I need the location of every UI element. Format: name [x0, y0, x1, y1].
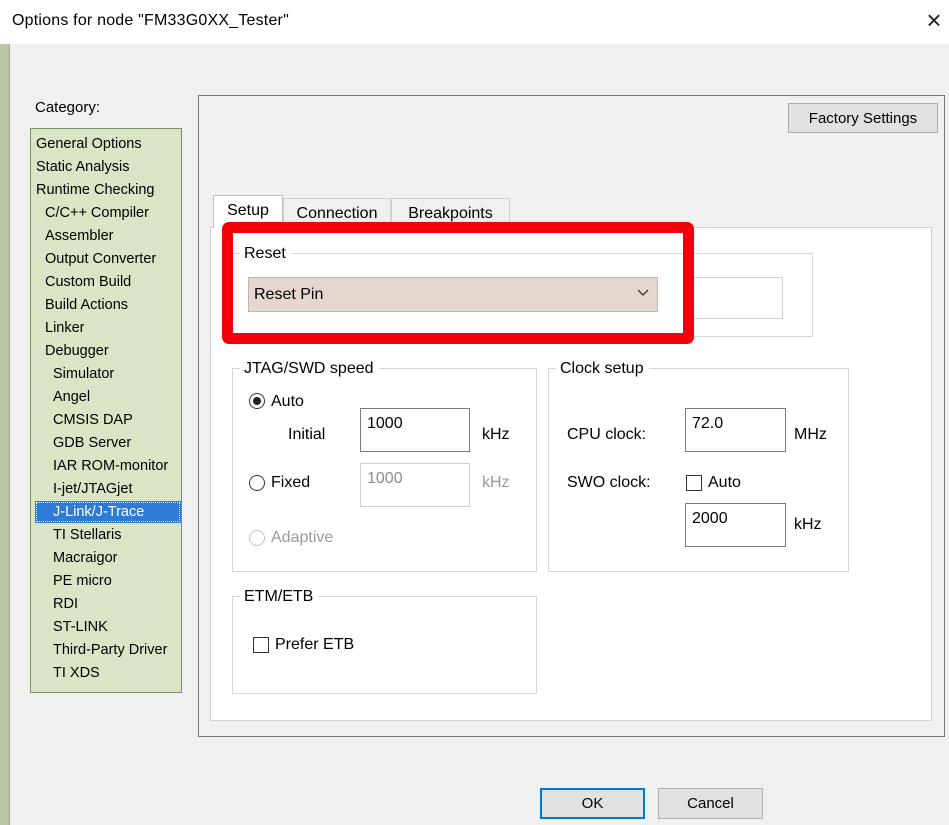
left-edge: [0, 44, 10, 825]
cancel-button[interactable]: Cancel: [658, 788, 763, 819]
swo-clock-input[interactable]: 2000: [685, 503, 786, 547]
hidden-field: [690, 277, 783, 319]
swo-clock-unit: kHz: [794, 516, 822, 533]
fixed-radio-label: Fixed: [271, 474, 311, 491]
etm-etb-label: ETM/ETB: [240, 587, 319, 607]
category-item[interactable]: Build Actions: [45, 294, 128, 316]
category-item[interactable]: Debugger: [45, 340, 109, 362]
category-item[interactable]: Third-Party Driver: [53, 639, 167, 661]
category-item[interactable]: Linker: [45, 317, 85, 339]
auto-radio[interactable]: [249, 393, 265, 409]
category-item[interactable]: Runtime Checking: [36, 179, 154, 201]
initial-label: Initial: [288, 426, 326, 443]
category-item[interactable]: Simulator: [53, 363, 114, 385]
cpu-clock-label: CPU clock:: [567, 426, 647, 443]
category-item[interactable]: RDI: [53, 593, 78, 615]
fixed-radio[interactable]: [249, 475, 265, 491]
category-item[interactable]: Macraigor: [53, 547, 117, 569]
category-item[interactable]: General Options: [36, 133, 142, 155]
category-item[interactable]: C/C++ Compiler: [45, 202, 149, 224]
adaptive-radio[interactable]: [249, 530, 265, 546]
category-item[interactable]: I-jet/JTAGjet: [53, 478, 133, 500]
window-title: Options for node "FM33G0XX_Tester": [12, 12, 289, 29]
fixed-unit: kHz: [482, 474, 510, 491]
ok-button[interactable]: OK: [540, 788, 645, 819]
cpu-clock-input[interactable]: 72.0: [685, 408, 786, 452]
prefer-etb-label: Prefer ETB: [275, 636, 355, 653]
swo-auto-checkbox[interactable]: [686, 475, 702, 491]
swo-auto-label: Auto: [708, 474, 741, 491]
category-item[interactable]: PE micro: [53, 570, 112, 592]
swo-clock-label: SWO clock:: [567, 474, 651, 491]
category-list[interactable]: General Options Static Analysis Runtime …: [30, 128, 182, 693]
category-item[interactable]: CMSIS DAP: [53, 409, 133, 431]
clock-setup-label: Clock setup: [556, 359, 649, 379]
category-item[interactable]: ST-LINK: [53, 616, 108, 638]
jtag-speed-label: JTAG/SWD speed: [240, 359, 379, 379]
category-item[interactable]: Output Converter: [45, 248, 156, 270]
category-item[interactable]: Assembler: [45, 225, 114, 247]
category-label: Category:: [35, 99, 101, 116]
adaptive-radio-label: Adaptive: [271, 529, 334, 546]
red-highlight-box: [222, 222, 694, 344]
cpu-clock-unit: MHz: [794, 426, 827, 443]
category-item[interactable]: Custom Build: [45, 271, 131, 293]
category-item[interactable]: Static Analysis: [36, 156, 130, 178]
factory-settings-button[interactable]: Factory Settings: [788, 103, 938, 133]
category-item[interactable]: TI XDS: [53, 662, 100, 684]
close-icon[interactable]: ×: [920, 6, 948, 34]
auto-radio-label: Auto: [271, 393, 304, 410]
initial-speed-input[interactable]: 1000: [360, 408, 470, 452]
category-item[interactable]: Angel: [53, 386, 90, 408]
category-item[interactable]: GDB Server: [53, 432, 131, 454]
category-item[interactable]: IAR ROM-monitor: [53, 455, 168, 477]
fixed-speed-input[interactable]: 1000: [360, 463, 470, 507]
category-item-selected[interactable]: J-Link/J-Trace: [35, 501, 181, 523]
initial-unit: kHz: [482, 426, 510, 443]
category-item[interactable]: TI Stellaris: [53, 524, 122, 546]
prefer-etb-checkbox[interactable]: [253, 637, 269, 653]
